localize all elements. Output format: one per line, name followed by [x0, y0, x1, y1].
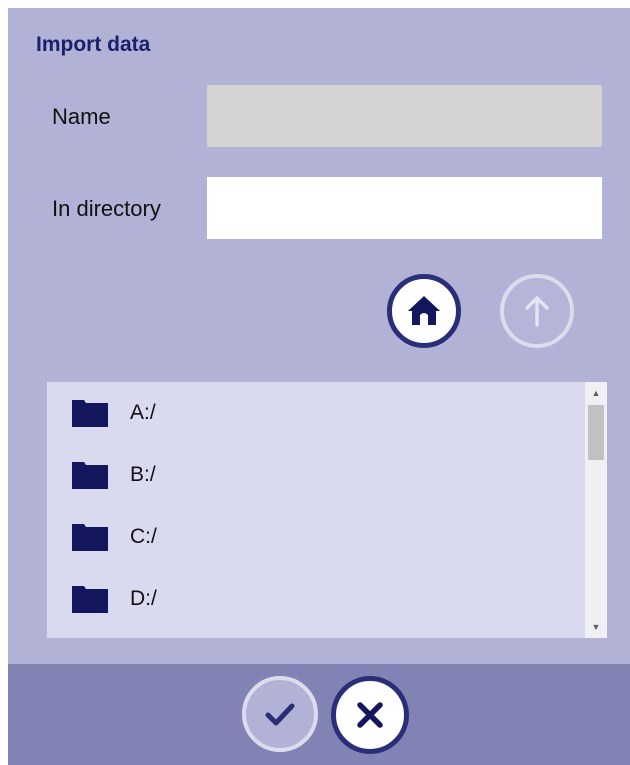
scroll-down-icon[interactable]: ▼: [585, 618, 607, 636]
list-item-label: A:/: [130, 401, 156, 424]
list-item-d[interactable]: D:/: [47, 568, 581, 630]
folder-icon: [72, 399, 108, 427]
folder-icon: [72, 585, 108, 613]
name-label: Name: [52, 104, 111, 129]
list-item-label: B:/: [130, 463, 156, 486]
arrow-up-icon: [525, 296, 549, 327]
cancel-button[interactable]: [331, 676, 409, 754]
scroll-up-icon[interactable]: ▲: [585, 384, 607, 402]
list-item-label: C:/: [130, 525, 157, 548]
directory-input[interactable]: [207, 177, 602, 239]
confirm-button[interactable]: [242, 676, 318, 752]
name-input[interactable]: [207, 85, 602, 147]
list-scrollbar[interactable]: ▲ ▼: [585, 382, 607, 638]
parent-directory-button[interactable]: [500, 274, 574, 348]
list-item-label: D:/: [130, 587, 157, 610]
home-button[interactable]: [387, 274, 461, 348]
checkmark-icon: [265, 703, 295, 726]
import-dialog: Import data Name In directory A:/ B:/ C:…: [8, 8, 630, 765]
list-item-c[interactable]: C:/: [47, 506, 581, 568]
directory-label: In directory: [52, 196, 161, 221]
close-icon: [357, 702, 383, 728]
list-item-a[interactable]: A:/: [47, 382, 581, 444]
scroll-thumb[interactable]: [588, 405, 604, 460]
list-item-b[interactable]: B:/: [47, 444, 581, 506]
dialog-title: Import data: [36, 33, 151, 56]
directory-list[interactable]: A:/ B:/ C:/ D:/ ▲ ▼: [47, 382, 607, 638]
folder-icon: [72, 523, 108, 551]
dialog-footer: [8, 664, 630, 765]
folder-icon: [72, 461, 108, 489]
home-icon: [408, 296, 440, 325]
